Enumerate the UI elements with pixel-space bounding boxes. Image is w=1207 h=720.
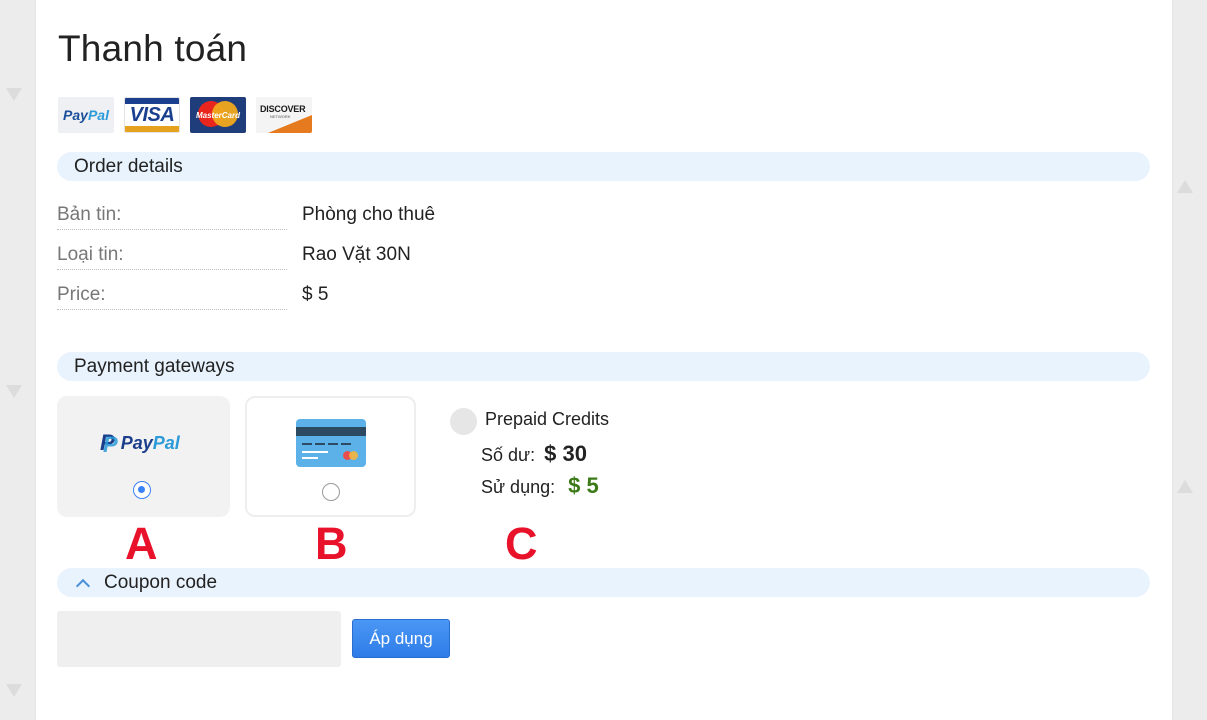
detail-label: Loại tin:: [57, 238, 287, 270]
credit-card-radio[interactable]: [322, 483, 340, 501]
detail-row-price: Price: $ 5: [57, 278, 557, 312]
prepaid-usage: Sử dụng: $ 5: [481, 473, 599, 499]
use-value: $ 5: [568, 473, 599, 498]
detail-value: Phòng cho thuê: [302, 204, 436, 225]
detail-label: Price:: [57, 278, 287, 310]
annotation-b: B: [315, 518, 348, 569]
background-pattern: [1177, 180, 1193, 193]
coupon-code-header[interactable]: Coupon code: [57, 568, 1150, 597]
background-pattern: [6, 88, 22, 101]
use-label: Sử dụng:: [481, 477, 556, 497]
order-details-title: Order details: [74, 155, 183, 177]
apply-coupon-button[interactable]: Áp dụng: [352, 619, 450, 658]
checkout-panel: Thanh toán PayPal VISA MasterCard DISCOV…: [36, 0, 1172, 720]
prepaid-credits-title: Prepaid Credits: [485, 409, 610, 429]
background-pattern: [1177, 480, 1193, 493]
credit-card-gateway-option[interactable]: [245, 396, 416, 517]
background-pattern: [6, 684, 22, 697]
coupon-input[interactable]: [57, 611, 341, 667]
chevron-up-icon[interactable]: [75, 578, 91, 593]
page-title: Thanh toán: [58, 28, 248, 69]
credit-card-icon: [296, 419, 366, 467]
mastercard-card-logo: MasterCard: [190, 97, 246, 133]
discover-card-logo: DISCOVER NETWORK: [256, 97, 312, 133]
balance-label: Số dư:: [481, 445, 536, 465]
detail-label: Bản tin:: [57, 198, 287, 230]
background-pattern: [6, 385, 22, 398]
accepted-cards: PayPal VISA MasterCard DISCOVER NETWORK: [58, 97, 312, 133]
order-details-header: Order details: [57, 152, 1150, 181]
detail-value: Rao Vặt 30N: [302, 244, 411, 265]
paypal-logo-icon: P PayPal: [100, 430, 180, 458]
detail-row-loai-tin: Loại tin: Rao Vặt 30N: [57, 238, 557, 272]
prepaid-credits-option[interactable]: Prepaid Credits Số dư: $ 30 Sử dụng: $ 5: [450, 406, 690, 506]
payment-gateways-header: Payment gateways: [57, 352, 1150, 381]
detail-value: $ 5: [302, 284, 329, 305]
visa-card-logo: VISA: [124, 97, 180, 133]
annotation-c: C: [505, 518, 538, 569]
annotation-a: A: [125, 518, 158, 569]
balance-value: $ 30: [544, 441, 587, 466]
paypal-radio[interactable]: [133, 481, 151, 499]
paypal-gateway-option[interactable]: P PayPal: [57, 396, 230, 517]
prepaid-balance: Số dư: $ 30: [481, 441, 587, 467]
detail-row-ban-tin: Bản tin: Phòng cho thuê: [57, 198, 557, 232]
prepaid-credits-radio[interactable]: [450, 408, 477, 435]
payment-gateways-title: Payment gateways: [74, 355, 235, 377]
paypal-card-logo: PayPal: [58, 97, 114, 133]
coupon-code-title: Coupon code: [104, 571, 218, 593]
